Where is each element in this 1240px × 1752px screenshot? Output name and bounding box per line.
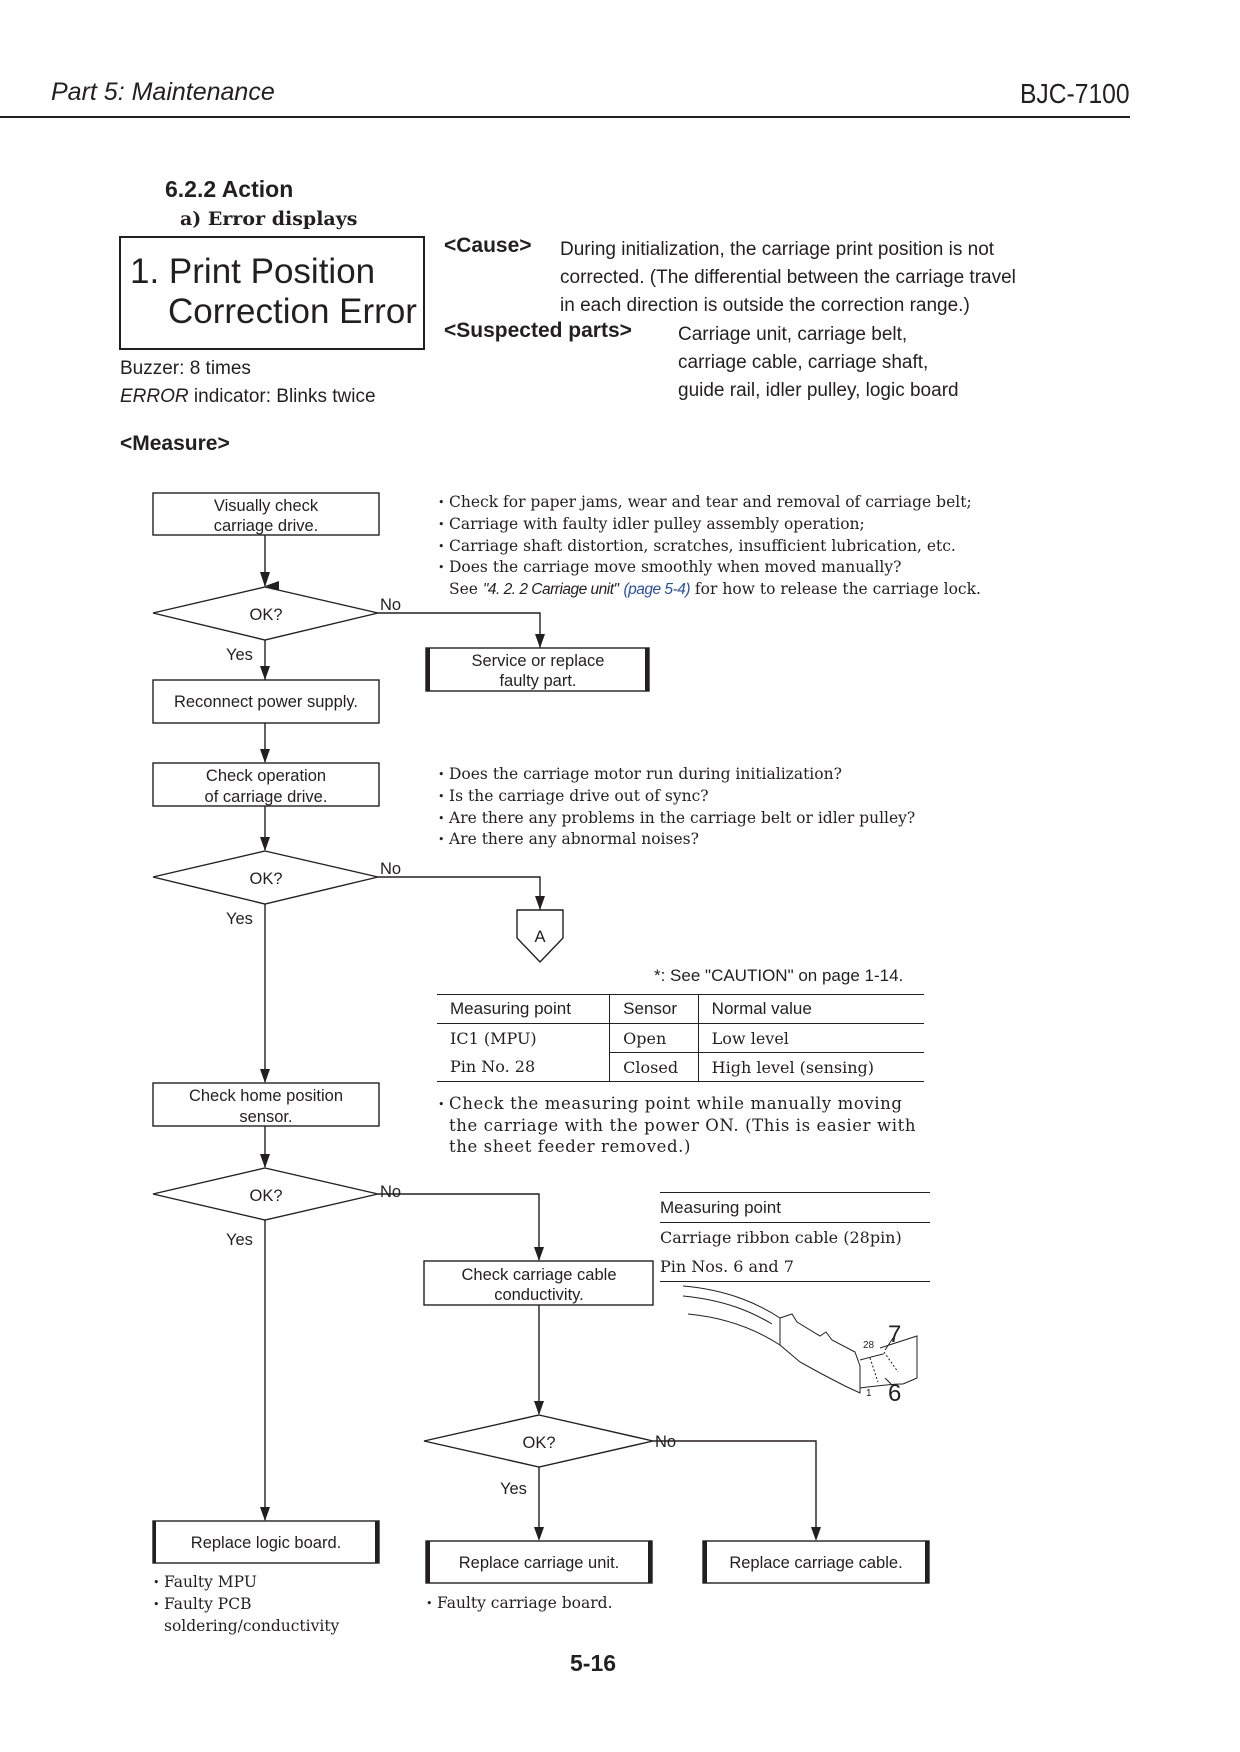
troubleshooting-flowchart: Visually check carriage drive. OK? Servi… <box>152 492 930 1584</box>
box-accent-bar <box>426 1541 430 1583</box>
pin-28-label: 28 <box>863 1340 875 1351</box>
arrowhead <box>260 1154 270 1168</box>
note-item: Faulty carriage board. <box>426 1593 613 1615</box>
box-accent-bar <box>375 1521 379 1563</box>
flow-arrow-no <box>378 1193 540 1260</box>
arrowhead <box>260 666 270 680</box>
box-accent-bar <box>153 1521 156 1563</box>
step-replace-logic-label: Replace logic board. <box>191 1534 341 1552</box>
step-visual-check-line2: carriage drive. <box>214 517 319 535</box>
decision-3-no-label: No <box>380 1183 401 1201</box>
step-service-line1: Service or replace <box>472 652 605 670</box>
pin-7-callout: 7 <box>888 1321 901 1348</box>
step-check-home-line2: sensor. <box>239 1108 292 1126</box>
decision-2-label: OK? <box>249 870 282 888</box>
decision-3-label: OK? <box>249 1187 282 1205</box>
box-accent-bar <box>703 1541 707 1583</box>
connector-a-label: A <box>534 928 545 946</box>
pin-guide <box>869 1357 879 1383</box>
carriage-unit-notes: Faulty carriage board. <box>426 1593 613 1615</box>
arrowhead <box>260 572 270 587</box>
arrowhead <box>535 896 545 910</box>
flow-arrow-no <box>378 876 541 910</box>
arrowhead <box>811 1527 821 1541</box>
step-check-cable-line1: Check carriage cable <box>462 1266 617 1284</box>
step-check-operation-line1: Check operation <box>206 767 326 785</box>
step-check-operation-line2: of carriage drive. <box>205 788 328 806</box>
pin-1-label: 1 <box>866 1388 872 1399</box>
box-accent-bar <box>648 1541 652 1583</box>
decision-4-no-label: No <box>655 1433 676 1451</box>
decision-1-yes-label: Yes <box>226 646 253 664</box>
step-replace-cable-label: Replace carriage cable. <box>729 1554 902 1572</box>
cable-board <box>779 1313 861 1394</box>
decision-2-yes-label: Yes <box>226 910 253 928</box>
box-accent-bar <box>645 648 649 691</box>
note-item: Faulty MPU <box>153 1572 339 1594</box>
flow-arrow-no <box>653 1440 817 1531</box>
decision-1-no-label: No <box>380 596 401 614</box>
ribbon-cable-illustration <box>682 1285 918 1394</box>
page-number: 5-16 <box>570 1650 617 1676</box>
logic-board-notes: Faulty MPU Faulty PCB soldering/conducti… <box>153 1572 339 1636</box>
step-check-cable-line2: conductivity. <box>494 1286 584 1304</box>
arrowhead <box>534 1527 544 1541</box>
flow-arrow-no <box>378 612 541 650</box>
step-check-home-line1: Check home position <box>189 1087 343 1105</box>
step-visual-check-line1: Visually check <box>214 497 319 515</box>
cable-wire <box>687 1313 781 1346</box>
box-accent-bar <box>925 1541 929 1583</box>
decision-1-label: OK? <box>249 606 282 624</box>
pin-6-callout: 6 <box>888 1380 901 1407</box>
decision-4-label: OK? <box>522 1434 555 1452</box>
note-item-continuation: soldering/conductivity <box>164 1616 340 1635</box>
box-accent-bar <box>426 648 430 691</box>
step-replace-unit-label: Replace carriage unit. <box>459 1554 620 1572</box>
decision-2-no-label: No <box>380 860 401 878</box>
step-reconnect-label: Reconnect power supply. <box>174 693 358 711</box>
cable-wire <box>682 1295 773 1325</box>
note-item: Faulty PCB <box>153 1594 339 1616</box>
arrowhead <box>260 1069 270 1083</box>
arrowhead <box>260 749 270 763</box>
arrowhead <box>260 1507 270 1521</box>
arrowhead <box>260 837 270 851</box>
arrowhead <box>535 634 545 648</box>
decision-3-yes-label: Yes <box>226 1231 253 1249</box>
cable-wire <box>682 1285 781 1319</box>
arrowhead <box>534 1401 544 1415</box>
decision-4-yes-label: Yes <box>500 1480 527 1498</box>
step-service-line2: faulty part. <box>499 672 576 690</box>
arrowhead <box>534 1247 544 1261</box>
